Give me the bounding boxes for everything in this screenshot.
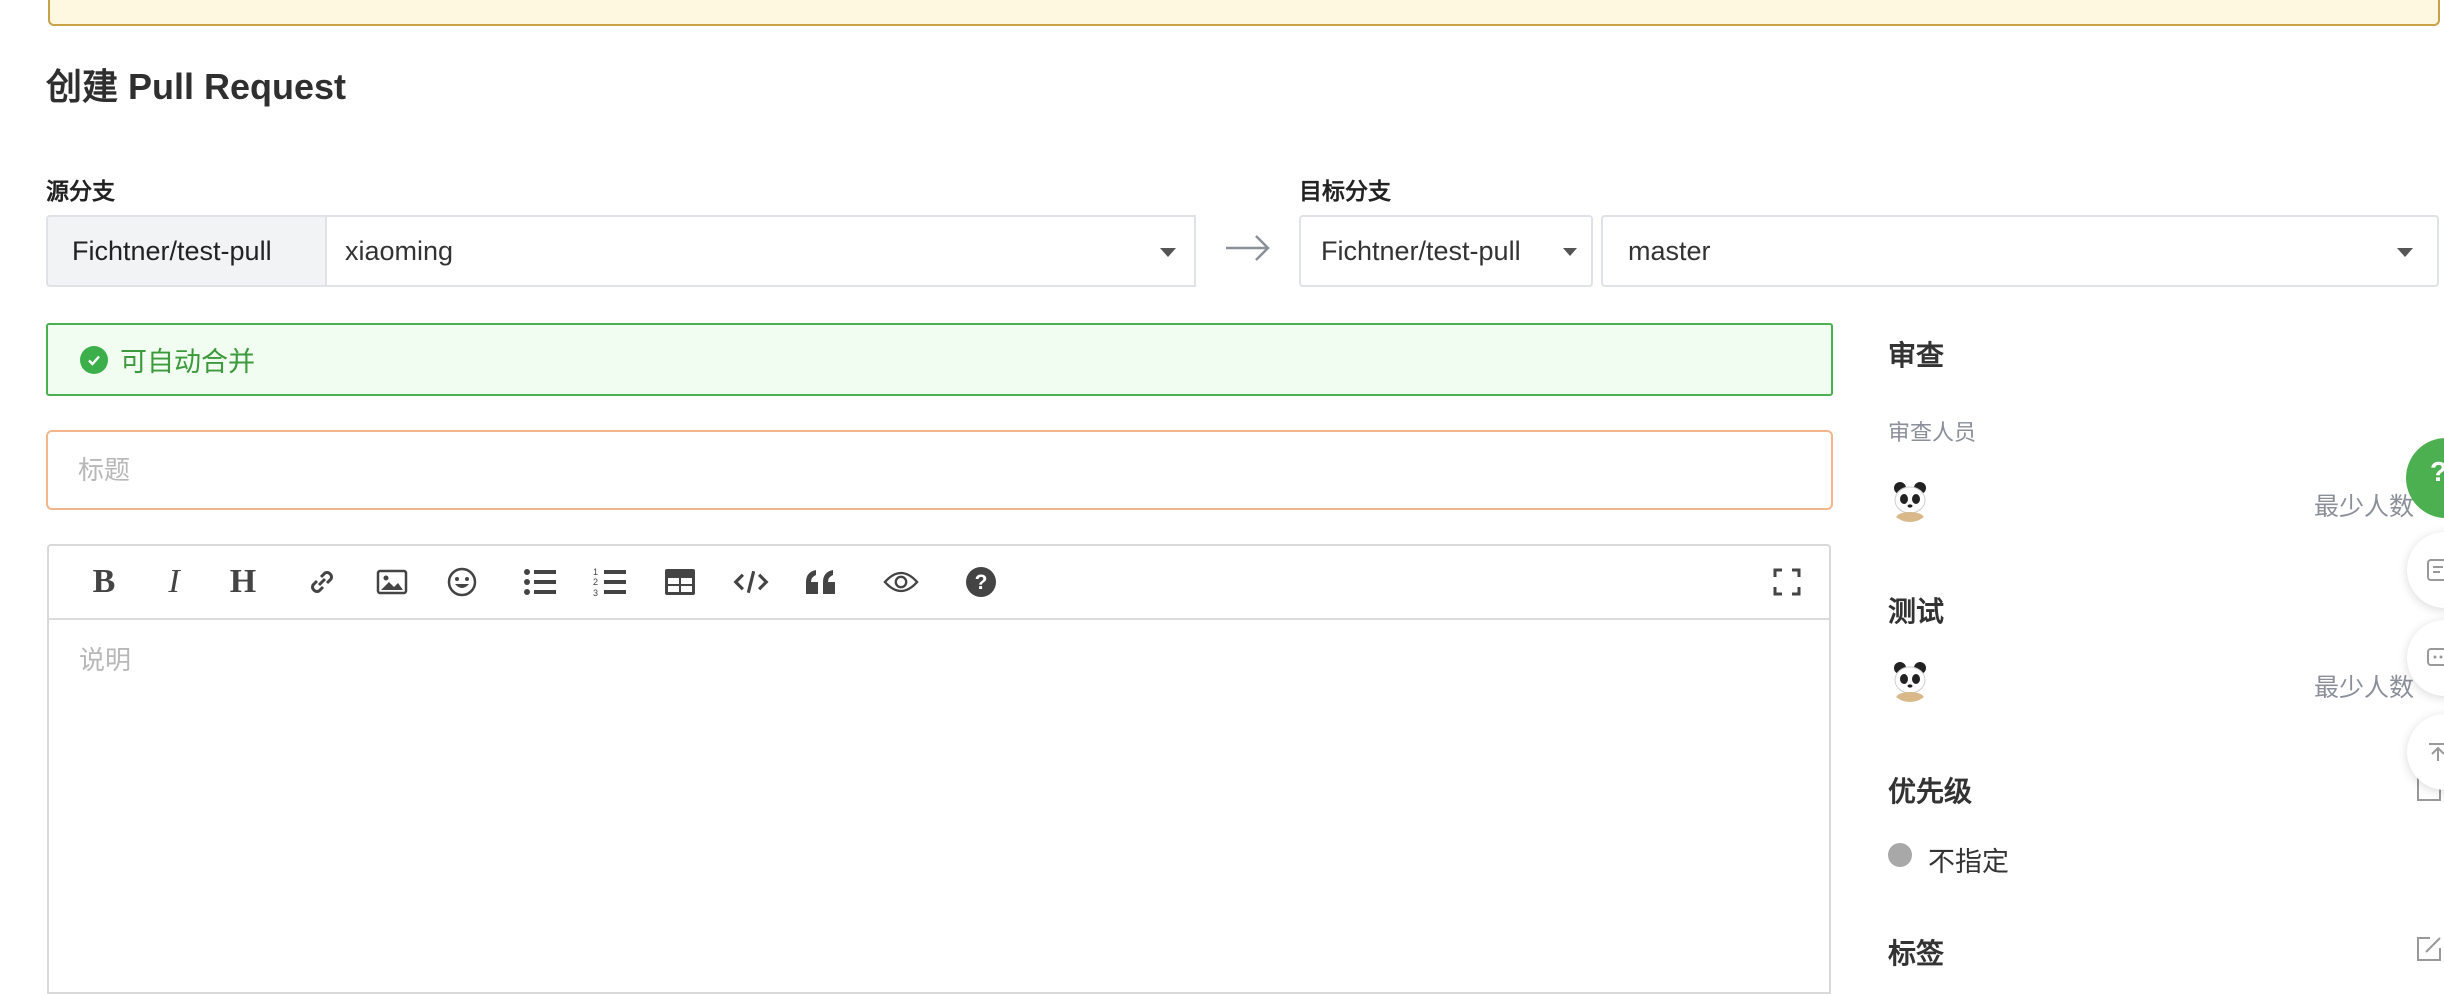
review-heading: 审查: [1888, 340, 1945, 371]
source-branch-label: 源分支: [46, 178, 115, 204]
avatar[interactable]: [1888, 478, 1932, 522]
page-title: 创建 Pull Request: [46, 66, 347, 107]
title-input[interactable]: [46, 430, 1833, 510]
target-branch-label: 目标分支: [1299, 178, 1391, 204]
labels-heading: 标签: [1888, 938, 1945, 969]
emoji-icon[interactable]: [444, 564, 480, 600]
target-branch-value: master: [1628, 235, 1711, 266]
preview-icon[interactable]: [883, 564, 919, 600]
target-branch-select[interactable]: master: [1601, 215, 2439, 287]
test-min-count: 最少人数: [2314, 674, 2415, 702]
svg-text:2: 2: [593, 577, 598, 587]
heading-icon[interactable]: H: [225, 563, 261, 600]
merge-status-text: 可自动合并: [120, 347, 255, 377]
bullet-list-icon[interactable]: [522, 564, 558, 600]
source-branch-value: xiaoming: [345, 235, 454, 266]
source-repo: Fichtner/test-pull: [46, 215, 325, 287]
description-textarea[interactable]: [49, 620, 1829, 992]
svg-text:1: 1: [593, 567, 598, 577]
svg-text:?: ?: [975, 571, 988, 594]
test-heading: 测试: [1888, 596, 1945, 627]
edit-icon[interactable]: [2414, 934, 2444, 964]
italic-icon[interactable]: I: [156, 563, 192, 600]
source-branch-select[interactable]: xiaoming: [325, 215, 1196, 287]
description-editor: B I H 123 ? 说明: [47, 544, 1831, 994]
target-repo-select[interactable]: Fichtner/test-pull: [1299, 215, 1593, 287]
help-icon[interactable]: ?: [963, 564, 999, 600]
priority-value[interactable]: 不指定: [1928, 840, 2009, 879]
reviewers-label: 审查人员: [1888, 420, 1977, 445]
code-icon[interactable]: [733, 564, 769, 600]
numbered-list-icon[interactable]: 123: [592, 564, 628, 600]
quote-icon[interactable]: [803, 564, 839, 600]
merge-status-banner: 可自动合并: [46, 323, 1833, 396]
priority-heading: 优先级: [1888, 776, 1973, 807]
fullscreen-icon[interactable]: [1769, 564, 1805, 600]
back-to-top-float-button[interactable]: [2407, 714, 2444, 790]
review-min-count: 最少人数: [2314, 493, 2415, 521]
image-icon[interactable]: [374, 564, 410, 600]
bold-icon[interactable]: B: [86, 563, 122, 600]
chevron-down-icon: [2397, 248, 2413, 257]
notice-banner: [48, 0, 2440, 26]
avatar[interactable]: [1888, 658, 1932, 702]
chevron-down-icon: [1563, 248, 1577, 256]
editor-toolbar: B I H 123 ?: [49, 546, 1829, 620]
arrow-right-icon: [1224, 230, 1272, 266]
check-circle-icon: [80, 345, 108, 374]
priority-dot: [1888, 843, 1912, 867]
feedback-float-button[interactable]: [2407, 532, 2444, 608]
table-icon[interactable]: [662, 564, 698, 600]
chevron-down-icon: [1160, 248, 1176, 257]
link-icon[interactable]: [304, 564, 340, 600]
svg-text:3: 3: [593, 588, 598, 598]
target-repo-value: Fichtner/test-pull: [1321, 235, 1521, 266]
